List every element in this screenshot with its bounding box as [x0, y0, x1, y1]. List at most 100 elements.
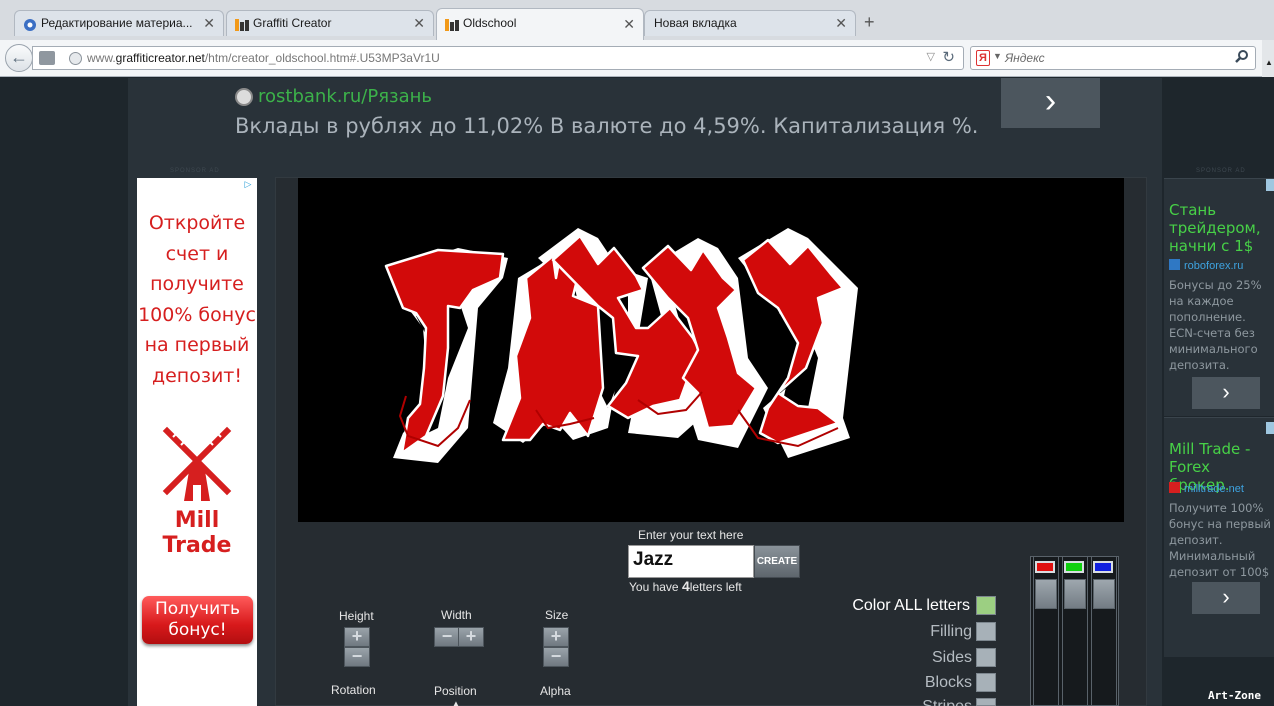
- sponsor-label: SPONSOR AD: [1196, 168, 1246, 174]
- height-label: Height: [339, 609, 374, 623]
- close-tab-icon[interactable]: ✕: [413, 11, 425, 35]
- ad-next-button[interactable]: ›: [1192, 377, 1260, 409]
- ad-domain[interactable]: milltrade.net: [1169, 482, 1244, 495]
- sponsor-label: SPONSOR AD: [170, 168, 220, 174]
- graffiti-artwork: [384, 228, 858, 463]
- color-all-letters-toggle[interactable]: [976, 596, 996, 615]
- search-bar[interactable]: Я ▼ Яндекс: [970, 46, 1256, 70]
- text-input-label: Enter your text here: [638, 528, 744, 542]
- ad-title: Стань трейдером, начни с 1$: [1169, 201, 1261, 255]
- size-plus-button[interactable]: +: [543, 627, 569, 647]
- alpha-label: Alpha: [540, 684, 571, 698]
- adchoices-icon[interactable]: [1266, 422, 1274, 434]
- page-icon: [39, 51, 55, 65]
- tab-label: Graffiti Creator: [253, 16, 332, 30]
- green-slider-handle[interactable]: [1064, 579, 1086, 609]
- roboforex-favicon-icon: [1169, 259, 1180, 270]
- tab-label: Новая вкладка: [654, 16, 737, 30]
- letters-left-text: You have 4letters left: [629, 578, 742, 594]
- adchoices-icon[interactable]: ▷: [241, 179, 255, 191]
- tab-graffiti-creator[interactable]: Graffiti Creator ✕: [226, 10, 434, 36]
- search-engine-dropdown-icon[interactable]: ▼: [993, 51, 1002, 61]
- red-slider-handle[interactable]: [1035, 579, 1057, 609]
- width-label: Width: [441, 608, 472, 622]
- search-icon[interactable]: [1235, 49, 1249, 66]
- tab-label: Редактирование материа...: [41, 16, 193, 30]
- get-bonus-button[interactable]: Получить бонус!: [142, 596, 253, 644]
- position-up-icon[interactable]: ▲: [452, 699, 460, 706]
- red-slider-track[interactable]: [1033, 557, 1059, 706]
- color-all-letters-label: Color ALL letters: [852, 597, 970, 614]
- search-input[interactable]: Яндекс: [1005, 51, 1045, 65]
- blue-swatch: [1093, 561, 1113, 573]
- width-minus-button[interactable]: −: [434, 627, 460, 647]
- color-mixer: [1030, 556, 1119, 706]
- right-ad-roboforex[interactable]: Стань трейдером, начни с 1$ roboforex.ru…: [1164, 178, 1274, 416]
- ad-brand: Mill Trade: [162, 508, 232, 558]
- graffiti-canvas[interactable]: [298, 178, 1124, 522]
- settings-favicon-icon: [23, 16, 37, 31]
- right-ad-milltrade[interactable]: Mill Trade - Forex брокер. milltrade.net…: [1164, 417, 1274, 657]
- tab-oldschool[interactable]: Oldschool ✕: [436, 8, 644, 40]
- ad-text[interactable]: Вклады в рублях до 11,02% В валюте до 4,…: [235, 114, 978, 138]
- url-text[interactable]: www.graffiticreator.net/htm/creator_olds…: [87, 51, 440, 65]
- stripes-toggle[interactable]: [976, 698, 996, 706]
- back-arrow-icon: ←: [10, 47, 28, 67]
- url-dropdown-icon[interactable]: ▽: [927, 50, 935, 63]
- graffiti-favicon-icon: [445, 16, 459, 31]
- filling-label: Filling: [930, 623, 972, 640]
- nav-bar: ← www.graffiticreator.net/htm/creator_ol…: [0, 40, 1274, 77]
- ad-copy: Откройте счет и получите 100% бонус на п…: [138, 212, 256, 387]
- size-label: Size: [545, 608, 569, 622]
- blocks-toggle[interactable]: [976, 673, 996, 692]
- ad-domain[interactable]: roboforex.ru: [1169, 259, 1243, 272]
- tab-bar: Редактирование материа... ✕ Graffiti Cre…: [0, 0, 1274, 40]
- yandex-logo-icon[interactable]: Я: [976, 50, 990, 66]
- ad-next-button[interactable]: ›: [1001, 78, 1100, 128]
- globe-icon: [69, 52, 82, 65]
- graffiti-text-input[interactable]: Jazz: [628, 545, 754, 578]
- globe-icon: [235, 88, 253, 106]
- ad-body: Бонусы до 25% на каждое пополнение. ECN-…: [1169, 278, 1262, 372]
- tab-new-tab[interactable]: Новая вкладка ✕: [644, 10, 856, 36]
- reload-icon[interactable]: ↻: [942, 48, 955, 66]
- tab-edit-material[interactable]: Редактирование материа... ✕: [14, 10, 224, 36]
- address-bar[interactable]: www.graffiticreator.net/htm/creator_olds…: [32, 46, 964, 70]
- chevron-right-icon: ›: [1222, 584, 1230, 609]
- graffiti-favicon-icon: [235, 16, 249, 31]
- scroll-up-icon[interactable]: ▲: [1265, 58, 1273, 67]
- blocks-label: Blocks: [924, 674, 972, 691]
- sides-toggle[interactable]: [976, 648, 996, 667]
- chevron-right-icon: ›: [1222, 379, 1230, 404]
- close-tab-icon[interactable]: ✕: [835, 11, 847, 35]
- height-minus-button[interactable]: −: [344, 647, 370, 667]
- milltrade-favicon-icon: [1169, 482, 1180, 493]
- windmill-logo-icon: [162, 426, 232, 501]
- green-slider-track[interactable]: [1062, 557, 1088, 706]
- blue-slider-track[interactable]: [1091, 557, 1117, 706]
- new-tab-plus-icon[interactable]: +: [864, 12, 875, 33]
- adchoices-icon[interactable]: [1266, 179, 1274, 191]
- back-button[interactable]: ←: [5, 44, 33, 72]
- ad-link[interactable]: rostbank.ru/Рязань: [258, 86, 432, 107]
- size-minus-button[interactable]: −: [543, 647, 569, 667]
- create-button[interactable]: CREATE: [754, 545, 800, 578]
- green-swatch: [1064, 561, 1084, 573]
- chevron-right-icon: ›: [1044, 82, 1057, 120]
- close-tab-icon[interactable]: ✕: [623, 12, 635, 36]
- watermark: Art-Zone: [1208, 689, 1261, 702]
- close-tab-icon[interactable]: ✕: [203, 11, 215, 35]
- red-swatch: [1035, 561, 1055, 573]
- rotation-label: Rotation: [331, 683, 376, 697]
- width-plus-button[interactable]: +: [458, 627, 484, 647]
- ad-body: Получите 100% бонус на первый депозит. М…: [1169, 501, 1271, 579]
- filling-toggle[interactable]: [976, 622, 996, 641]
- blue-slider-handle[interactable]: [1093, 579, 1115, 609]
- left-banner-ad[interactable]: ▷ Откройте счет и получите 100% бонус на…: [137, 178, 257, 706]
- tab-label: Oldschool: [463, 16, 517, 30]
- stripes-label: Stripes: [832, 698, 972, 706]
- position-label: Position: [434, 684, 477, 698]
- sides-label: Sides: [931, 649, 972, 666]
- ad-next-button[interactable]: ›: [1192, 582, 1260, 614]
- height-plus-button[interactable]: +: [344, 627, 370, 647]
